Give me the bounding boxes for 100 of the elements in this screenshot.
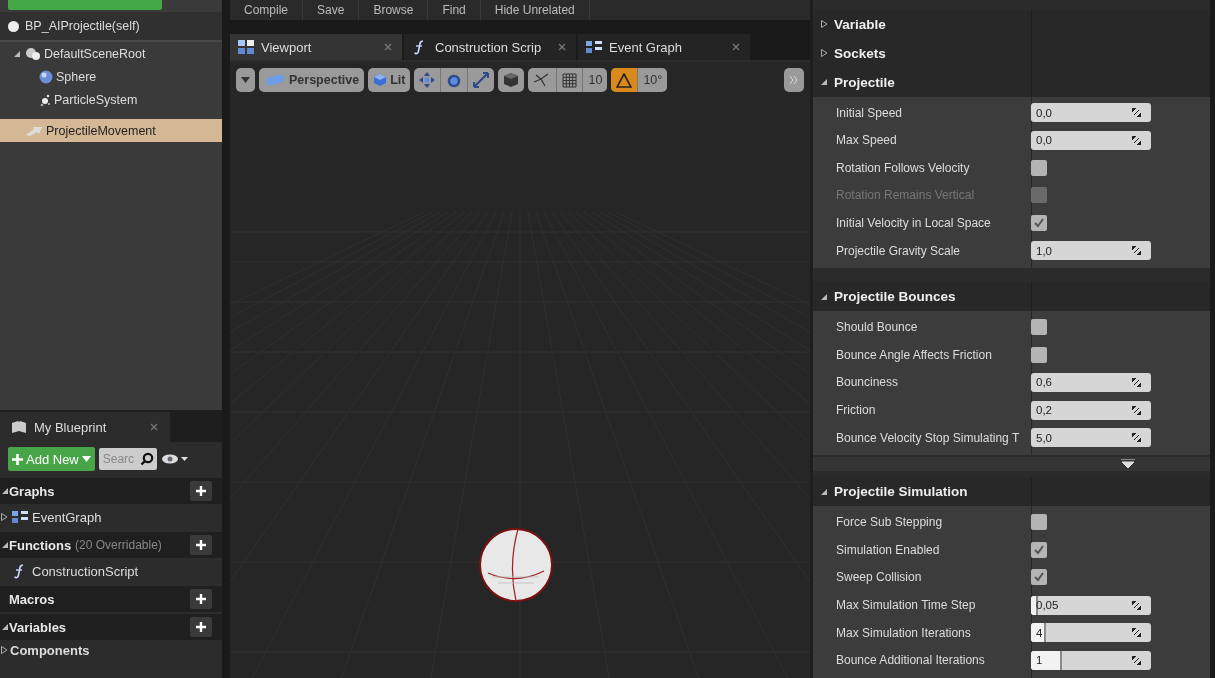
collapsed-arrow-icon[interactable] [0, 513, 8, 521]
number-field[interactable]: 1 [1031, 650, 1151, 670]
movement-icon [25, 124, 43, 137]
expanded-arrow-icon[interactable] [1, 623, 9, 631]
number-field[interactable]: 5,0 [1031, 428, 1151, 448]
close-icon[interactable] [384, 42, 392, 51]
expanded-arrow-icon[interactable] [820, 487, 828, 496]
property-label: Max Simulation Iterations [835, 625, 972, 640]
plus-icon [196, 622, 206, 632]
close-icon[interactable] [150, 423, 158, 431]
component-item[interactable]: Sphere [0, 65, 222, 88]
editor-tab[interactable]: Viewport [230, 34, 402, 60]
property-label: Bounciness [835, 375, 900, 390]
slider-fill[interactable] [1031, 623, 1047, 643]
number-field[interactable]: 4 [1031, 623, 1151, 643]
more-button[interactable] [784, 68, 804, 92]
property-label: Bounce Velocity Stop Simulating T [835, 430, 1021, 445]
number-field[interactable]: 0,0 [1031, 130, 1151, 150]
checkbox[interactable] [1031, 514, 1047, 531]
blueprint-item[interactable]: ConstructionScript [0, 558, 222, 584]
view-mode-button[interactable]: Perspective [259, 68, 365, 92]
plus-icon [12, 453, 23, 465]
toolbar-button[interactable]: Find [428, 0, 481, 20]
property-label: Sweep Collision [835, 570, 923, 585]
add-button[interactable] [190, 481, 212, 501]
toolbar-button[interactable]: Browse [359, 0, 429, 20]
drag-arrows-icon [1132, 655, 1141, 665]
plus-icon [196, 594, 206, 604]
slider-fill[interactable] [1031, 595, 1038, 615]
drag-arrows-icon [1132, 135, 1141, 145]
expanded-arrow-icon[interactable] [1, 541, 9, 549]
collapsed-arrow-icon[interactable] [820, 49, 828, 58]
slider-fill[interactable] [1031, 650, 1062, 670]
collapsed-arrow-icon[interactable] [820, 20, 828, 29]
collapsed-arrow-icon[interactable] [0, 646, 8, 654]
property-label: Bounce Additional Iterations [835, 653, 986, 668]
section-title: Macros [9, 591, 55, 607]
section-title: Variables [9, 619, 67, 635]
property-label: Initial Speed [835, 105, 904, 120]
expanded-arrow-icon[interactable] [820, 292, 828, 301]
eye-icon[interactable] [160, 453, 189, 465]
editor-tab[interactable]: Event Graph [578, 34, 750, 60]
advanced-toggle[interactable] [813, 457, 1210, 472]
rotation-snap-icon[interactable] [611, 68, 639, 92]
checkbox[interactable] [1031, 541, 1047, 558]
expanded-arrow-icon[interactable] [13, 49, 21, 58]
drag-arrows-icon [1132, 108, 1141, 118]
lighting-button[interactable]: Lit [368, 68, 411, 92]
property-label: Should Bounce [835, 320, 919, 335]
toolbar-button[interactable]: Compile [230, 0, 303, 20]
number-field[interactable]: 1,0 [1031, 241, 1151, 261]
number-field[interactable]: 0,2 [1031, 400, 1151, 420]
graph-icon [12, 511, 28, 523]
panel-tab[interactable]: My Blueprint [0, 412, 170, 442]
checkbox[interactable] [1031, 346, 1047, 363]
add-button[interactable] [190, 535, 212, 555]
add-button[interactable] [190, 589, 212, 609]
editor-tab[interactable]: Construction Scrip [404, 34, 576, 60]
number-field[interactable]: 0,6 [1031, 372, 1151, 392]
checkbox[interactable] [1031, 319, 1047, 336]
checkbox[interactable] [1031, 215, 1047, 232]
number-field[interactable]: 0,05 [1031, 595, 1151, 615]
toolbar-button[interactable]: Hide Unrelated [480, 0, 590, 20]
plus-icon [196, 540, 206, 550]
property-label: Projectile Gravity Scale [835, 243, 962, 258]
number-field[interactable]: 0,0 [1031, 103, 1151, 123]
caret-icon [241, 77, 250, 83]
checkbox[interactable] [1031, 159, 1047, 176]
coordinate-space-icon[interactable] [498, 68, 525, 92]
component-item[interactable]: ProjectileMovement [0, 119, 222, 142]
drag-arrows-icon [1132, 246, 1141, 256]
expanded-arrow-icon[interactable] [820, 78, 828, 87]
search-icon[interactable] [139, 452, 154, 466]
plus-icon [196, 486, 206, 496]
search-field[interactable]: Searc [98, 448, 157, 470]
toolbar-button[interactable]: Save [303, 0, 360, 20]
viewport-icon [238, 40, 254, 54]
property-label: Simulation Enabled [835, 542, 941, 557]
property-label: Max Speed [835, 133, 898, 148]
expand-arrow-icon [1121, 459, 1135, 470]
component-item[interactable]: DefaultSceneRoot [0, 42, 222, 65]
property-label: Force Sub Stepping [835, 515, 944, 530]
category-label[interactable]: Components [10, 642, 90, 658]
drag-arrows-icon [1132, 600, 1141, 610]
scene-root-icon [25, 46, 41, 61]
caret-icon [81, 456, 91, 462]
double-chevron-icon [789, 75, 799, 85]
graph-icon [586, 41, 602, 53]
property-label: Rotation Remains Vertical [835, 188, 976, 203]
close-icon[interactable] [732, 42, 740, 51]
property-label: Initial Velocity in Local Space [835, 216, 992, 231]
expanded-arrow-icon[interactable] [1, 487, 9, 495]
options-dropdown[interactable] [236, 68, 255, 92]
add-button[interactable] [190, 617, 212, 637]
component-item[interactable]: ParticleSystem [0, 88, 222, 111]
class-icon [8, 20, 19, 32]
checkbox[interactable] [1031, 569, 1047, 586]
section-title: Functions [9, 537, 72, 553]
close-icon[interactable] [558, 42, 566, 51]
blueprint-item[interactable]: EventGraph [0, 504, 222, 530]
